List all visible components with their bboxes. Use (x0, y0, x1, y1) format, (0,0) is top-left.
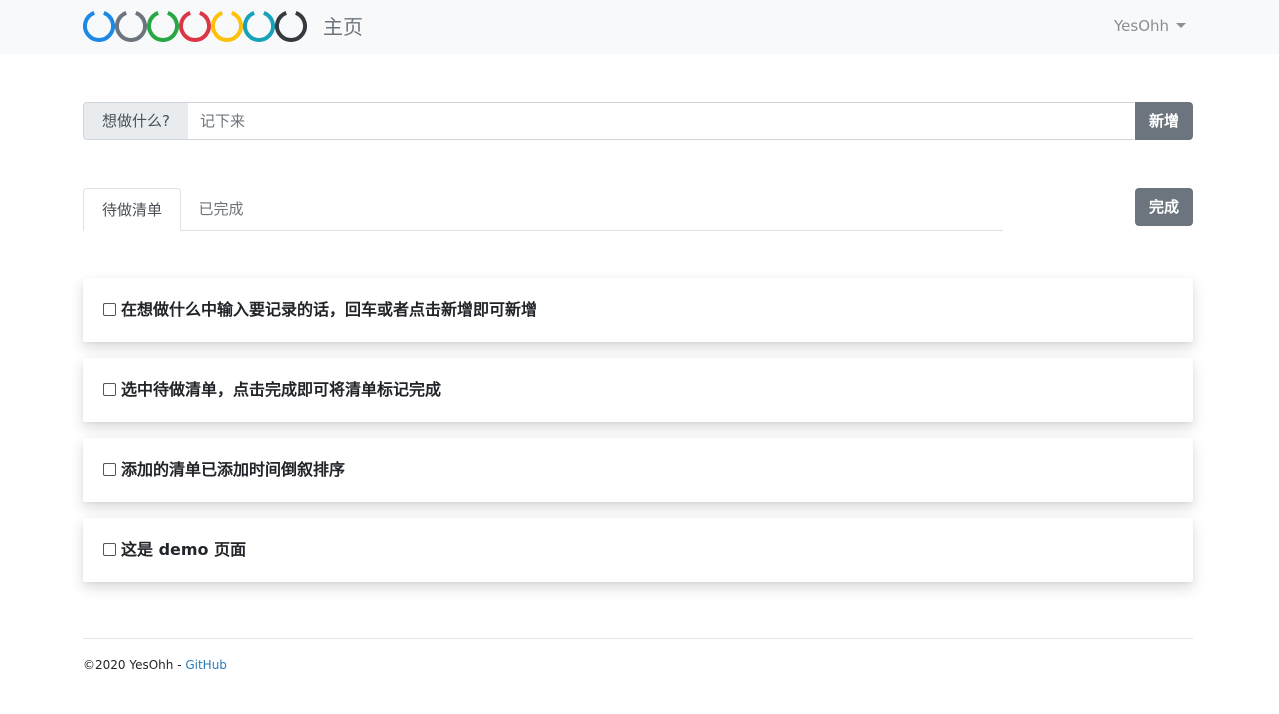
todo-card: 添加的清单已添加时间倒叙排序 (83, 438, 1193, 502)
github-link[interactable]: GitHub (185, 658, 227, 672)
todo-card: 这是 demo 页面 (83, 518, 1193, 582)
add-todo-form: 想做什么? 新增 (83, 102, 1193, 140)
footer-divider (83, 638, 1193, 639)
input-prepend-label: 想做什么? (83, 102, 189, 140)
todo-input[interactable] (188, 102, 1134, 140)
logo-ring (179, 10, 211, 42)
todo-tabs: 待做清单 已完成 (83, 188, 1003, 231)
todo-text: 添加的清单已添加时间倒叙排序 (121, 460, 346, 479)
logo-ring (243, 10, 275, 42)
tab-todo[interactable]: 待做清单 (83, 188, 181, 231)
todo-card: 在想做什么中输入要记录的话，回车或者点击新增即可新增 (83, 278, 1193, 342)
user-name: YesOhh (1114, 17, 1170, 35)
top-navbar: 主页 YesOhh (0, 0, 1279, 54)
logo-ring (83, 10, 115, 42)
home-link[interactable]: 主页 (323, 14, 363, 40)
footer: ©2020 YesOhh - GitHub (83, 656, 227, 674)
caret-down-icon (1176, 23, 1187, 28)
todo-card: 选中待做清单，点击完成即可将清单标记完成 (83, 358, 1193, 422)
todo-text: 这是 demo 页面 (121, 540, 247, 559)
todo-checkbox[interactable] (103, 543, 116, 556)
add-button[interactable]: 新增 (1135, 102, 1193, 140)
todo-checkbox[interactable] (103, 303, 116, 316)
complete-button[interactable]: 完成 (1135, 188, 1193, 226)
tab-completed[interactable]: 已完成 (189, 188, 253, 229)
todo-checkbox[interactable] (103, 383, 116, 396)
todo-checkbox[interactable] (103, 463, 116, 476)
copyright-text: ©2020 YesOhh - (83, 658, 186, 672)
logo-ring (147, 10, 179, 42)
logo-ring (275, 10, 307, 42)
logo-ring (211, 10, 243, 42)
todo-text: 在想做什么中输入要记录的话，回车或者点击新增即可新增 (121, 300, 538, 319)
olympic-rings-logo[interactable] (82, 9, 308, 43)
user-dropdown[interactable]: YesOhh (1114, 16, 1187, 36)
logo-ring (115, 10, 147, 42)
todo-text: 选中待做清单，点击完成即可将清单标记完成 (121, 380, 442, 399)
